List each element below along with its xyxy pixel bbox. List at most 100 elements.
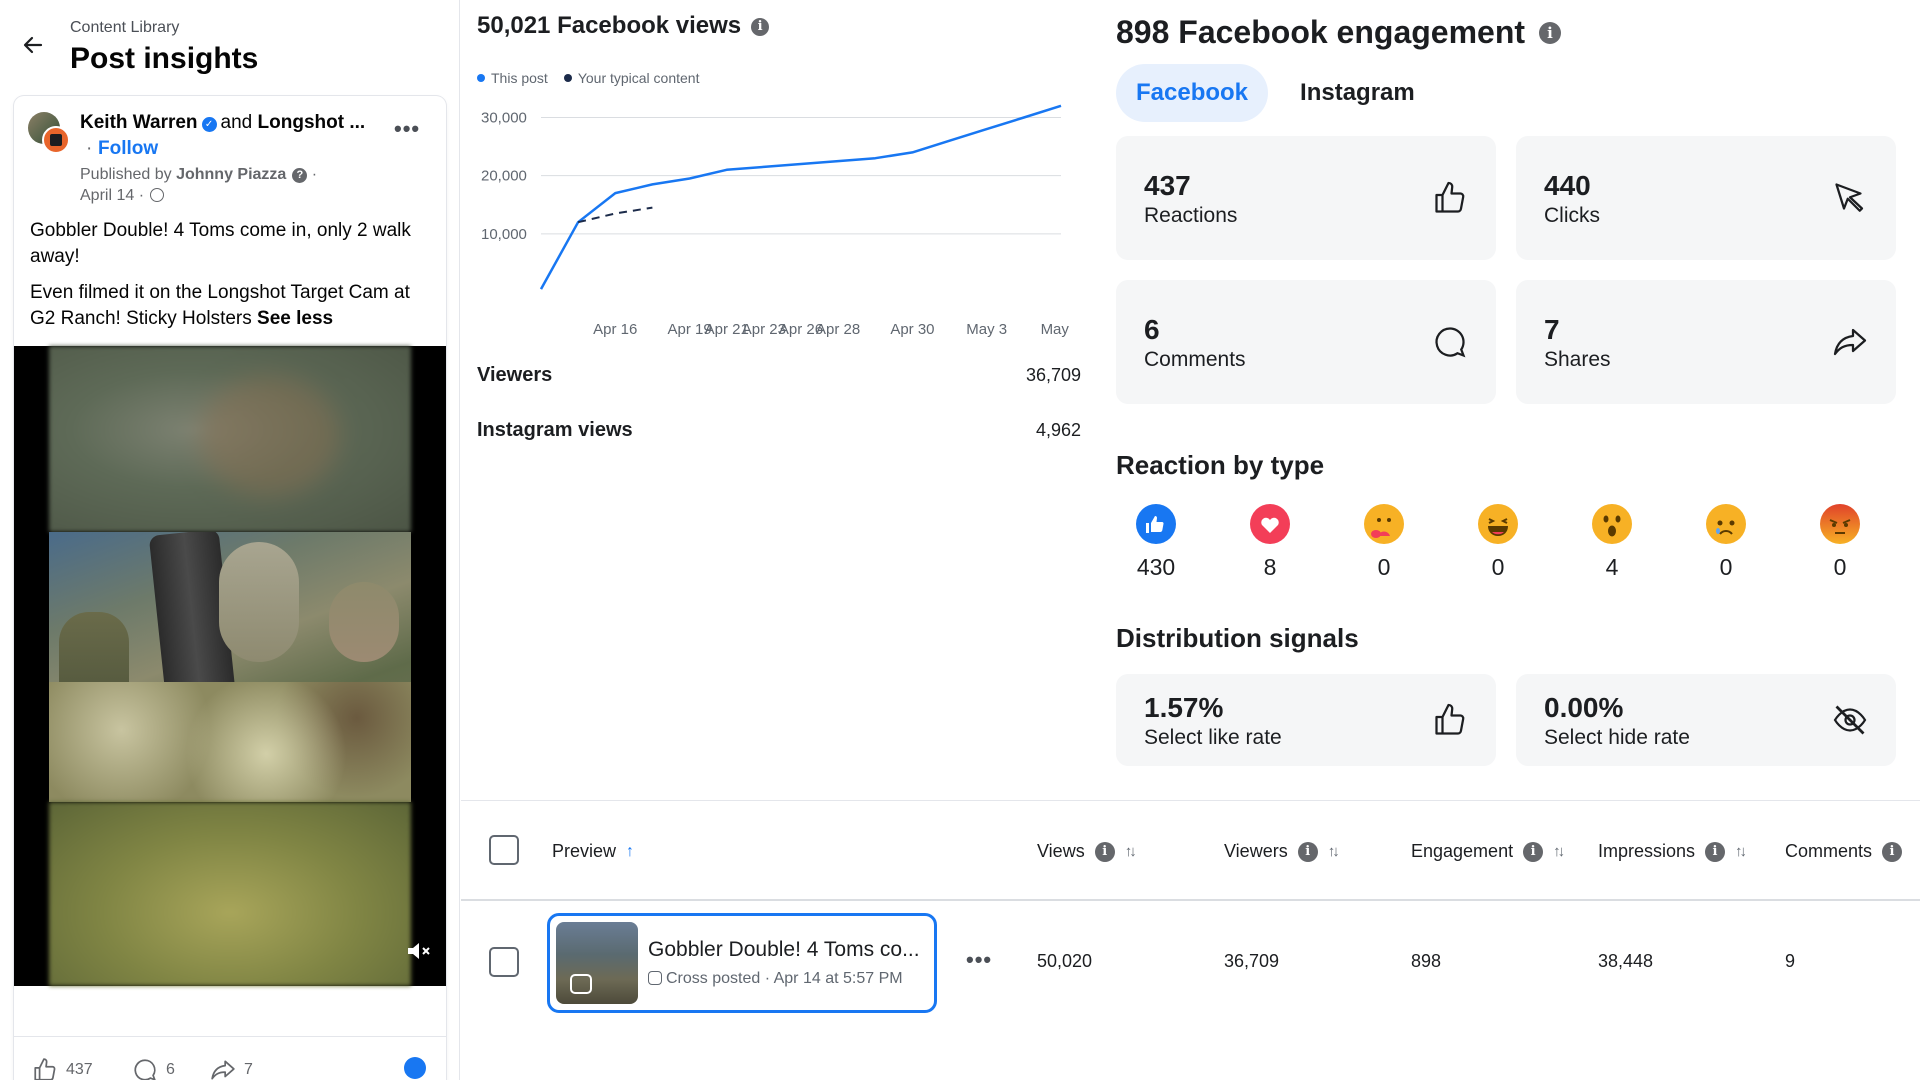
info-icon[interactable]: i: [1094, 841, 1115, 862]
coauthor-name[interactable]: Longshot ...: [258, 112, 366, 133]
clicks-card[interactable]: 440 Clicks: [1516, 136, 1896, 260]
globe-icon: [150, 188, 165, 202]
mute-icon[interactable]: [406, 940, 432, 962]
x-tick-label: Apr 16: [593, 321, 637, 338]
eye-off-icon: [1832, 702, 1868, 738]
reaction-by-type-title: Reaction by type: [1116, 450, 1325, 480]
table-row[interactable]: Gobbler Double! 4 Toms co... Cross poste…: [461, 903, 1920, 1021]
help-icon[interactable]: ?: [292, 168, 308, 183]
page-title: Post insights: [70, 42, 259, 75]
preview-subtitle: Cross posted · Apr 14 at 5:57 PM: [648, 970, 903, 988]
instagram-views-label: Instagram views: [477, 419, 633, 441]
x-tick-label: Apr 28: [816, 321, 860, 338]
legend-this-post[interactable]: This post: [477, 70, 548, 86]
reaction-care[interactable]: 0: [1344, 504, 1424, 581]
wow-count: 4: [1605, 554, 1619, 580]
clicks-value: 440: [1544, 170, 1591, 201]
x-tick-label: May 5: [1041, 321, 1071, 338]
post-preview-tile[interactable]: Gobbler Double! 4 Toms co... Cross poste…: [547, 913, 937, 1013]
post-date-text[interactable]: April 14 ·: [80, 187, 144, 204]
post-more-icon[interactable]: •••: [394, 116, 420, 142]
sort-icon[interactable]: ↑↓: [1735, 843, 1747, 860]
info-icon[interactable]: i: [1523, 841, 1544, 862]
sort-icon[interactable]: ↑↓: [1328, 843, 1340, 860]
reel-icon: [570, 974, 592, 994]
avatar[interactable]: [28, 112, 70, 154]
comments-card[interactable]: 6 Comments: [1116, 280, 1496, 404]
preview-title: Gobbler Double! 4 Toms co...: [648, 938, 920, 961]
hide-rate-value: 0.00%: [1544, 692, 1624, 723]
select-all-checkbox[interactable]: [489, 835, 519, 865]
thumbs-up-icon: [34, 1058, 56, 1080]
wow-reaction-icon: [1592, 504, 1632, 544]
sort-icon[interactable]: ↑↓: [1553, 843, 1565, 860]
publisher-name[interactable]: Johnny Piazza: [176, 166, 286, 183]
see-less-link[interactable]: See less: [257, 308, 333, 329]
tab-instagram[interactable]: Instagram: [1280, 64, 1435, 122]
tab-facebook[interactable]: Facebook: [1116, 64, 1269, 122]
reaction-wow[interactable]: 4: [1572, 504, 1652, 581]
column-impressions[interactable]: Impressions i ↑↓: [1598, 841, 1747, 862]
column-engagement[interactable]: Engagement i ↑↓: [1411, 841, 1565, 862]
platform-tabs: Facebook Instagram: [1116, 64, 1435, 122]
video-player[interactable]: [14, 346, 446, 986]
row-more-icon[interactable]: •••: [966, 947, 992, 973]
content-table: Preview ↑ Views i ↑↓ Viewers i ↑↓ Engagement i…: [461, 800, 1920, 1080]
footer-shares-count: 7: [244, 1061, 253, 1078]
reaction-love[interactable]: 8: [1230, 504, 1310, 581]
post-insights-page: Content Library Post insights Keith Warr…: [0, 0, 1920, 1080]
series-line-this-post[interactable]: [539, 104, 1062, 290]
author-name[interactable]: Keith Warren: [80, 112, 198, 133]
info-icon[interactable]: i: [1297, 841, 1318, 862]
reactions-label: Reactions: [1144, 204, 1238, 227]
reaction-like[interactable]: 430: [1116, 504, 1196, 581]
row-checkbox[interactable]: [489, 947, 519, 977]
cell-engagement: 898: [1411, 951, 1442, 971]
info-icon[interactable]: i: [1705, 841, 1726, 862]
haha-reaction-icon: [1478, 504, 1518, 544]
cell-comments: 9: [1785, 951, 1796, 971]
published-by: Published by Johnny Piazza? ·: [80, 166, 318, 183]
legend-typical[interactable]: Your typical content: [563, 70, 700, 86]
reactions-card[interactable]: 437 Reactions: [1116, 136, 1496, 260]
shares-value: 7: [1544, 314, 1560, 345]
cursor-icon: [1832, 180, 1868, 216]
like-rate-label: Select like rate: [1144, 726, 1282, 749]
footer-reactions[interactable]: 437: [32, 1057, 93, 1080]
sort-icon[interactable]: ↑↓: [1125, 843, 1137, 860]
reaction-sad[interactable]: 0: [1686, 504, 1766, 581]
reaction-list: 430 8 0 0 4 0 0: [1116, 504, 1896, 594]
footer-comments[interactable]: 6: [132, 1057, 175, 1080]
viewers-value: 36,709: [1025, 365, 1081, 385]
sort-asc-icon[interactable]: ↑: [626, 843, 634, 861]
info-icon[interactable]: i: [1539, 22, 1562, 44]
video-blur-bottom: [49, 802, 411, 986]
post-text: Gobbler Double! 4 Toms come in, only 2 w…: [30, 218, 440, 342]
like-rate-card[interactable]: 1.57% Select like rate: [1116, 674, 1496, 766]
column-viewers[interactable]: Viewers i ↑↓: [1224, 841, 1340, 862]
follow-separator: ·: [86, 138, 93, 159]
post-card: Keith Warren ✓ and Longshot ... · Follow •…: [14, 96, 446, 1080]
reaction-angry[interactable]: 0: [1800, 504, 1880, 581]
hide-rate-card[interactable]: 0.00% Select hide rate: [1516, 674, 1896, 766]
info-icon[interactable]: i: [1882, 841, 1903, 862]
love-count: 8: [1263, 554, 1277, 580]
column-views[interactable]: Views i ↑↓: [1037, 841, 1137, 862]
breadcrumb[interactable]: Content Library: [70, 19, 179, 37]
footer-comments-count: 6: [166, 1061, 175, 1078]
reaction-haha[interactable]: 0: [1458, 504, 1538, 581]
reactions-value: 437: [1144, 170, 1191, 201]
y-tick-label: 10,000: [481, 226, 527, 243]
comments-value: 6: [1144, 314, 1160, 345]
video-blur-top: [49, 346, 411, 532]
comment-icon: [1432, 324, 1468, 360]
shares-card[interactable]: 7 Shares: [1516, 280, 1896, 404]
column-comments[interactable]: Comments i: [1785, 841, 1903, 862]
footer-shares[interactable]: 7: [210, 1057, 253, 1080]
back-arrow-icon[interactable]: [18, 30, 48, 60]
info-icon[interactable]: i: [751, 18, 770, 36]
post-text-line1: Gobbler Double! 4 Toms come in, only 2 w…: [30, 220, 411, 267]
column-preview[interactable]: Preview ↑: [552, 841, 634, 862]
thumbs-up-icon: [1432, 180, 1468, 216]
follow-link[interactable]: Follow: [98, 138, 158, 160]
